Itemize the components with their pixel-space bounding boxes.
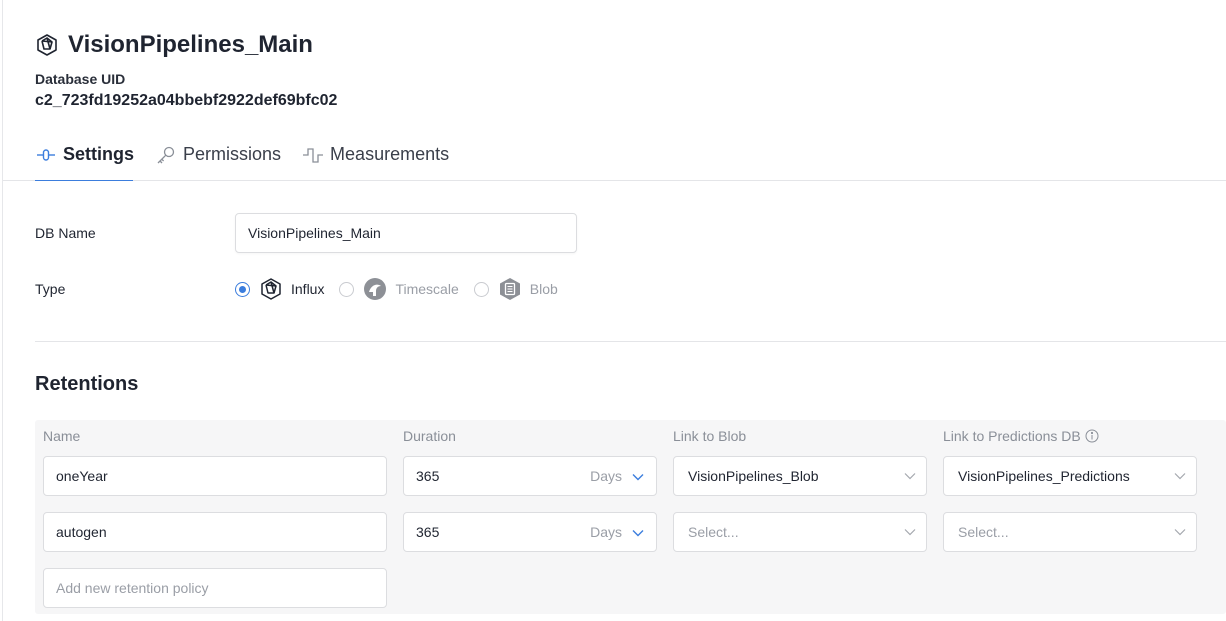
- type-option-influx[interactable]: Influx: [235, 277, 324, 301]
- retention-duration-value: 365: [416, 468, 440, 484]
- new-retention-placeholder: Add new retention policy: [56, 580, 209, 596]
- key-icon: [155, 144, 177, 166]
- influx-label: Influx: [291, 281, 325, 297]
- tab-measurements-label: Measurements: [330, 144, 450, 164]
- chevron-down-icon: [632, 468, 644, 484]
- tab-settings-label: Settings: [63, 144, 135, 164]
- link-predictions-select[interactable]: VisionPipelines_Predictions: [943, 456, 1197, 496]
- link-blob-select[interactable]: Select...: [673, 512, 927, 552]
- chevron-down-icon: [632, 524, 644, 540]
- tabs-divider: [3, 180, 1226, 181]
- retentions-title: Retentions: [35, 373, 139, 395]
- chevron-down-icon: [904, 528, 916, 536]
- column-header-link-predictions-label: Link to Predictions DB: [943, 428, 1081, 444]
- section-divider: [35, 341, 1226, 342]
- info-icon[interactable]: [1085, 429, 1099, 443]
- column-header-link-blob: Link to Blob: [673, 428, 747, 444]
- blob-radio[interactable]: [473, 281, 489, 297]
- chevron-down-icon: [904, 472, 916, 480]
- link-blob-value: VisionPipelines_Blob: [688, 468, 819, 484]
- type-label: Type: [35, 281, 66, 297]
- type-option-blob[interactable]: Blob: [473, 277, 558, 301]
- db-name-label: DB Name: [35, 225, 96, 241]
- duration-unit-label: Days: [590, 468, 622, 484]
- timescale-radio[interactable]: [339, 281, 355, 297]
- retention-duration-input[interactable]: 365 Days: [403, 512, 657, 552]
- settings-slider-icon: [35, 144, 57, 166]
- influx-logo-icon: [259, 277, 283, 301]
- signal-wave-icon: [302, 144, 324, 166]
- blob-label: Blob: [529, 281, 558, 297]
- tab-measurements[interactable]: Measurements: [302, 140, 449, 169]
- retention-duration-input[interactable]: 365 Days: [403, 456, 657, 496]
- new-retention-input[interactable]: Add new retention policy: [43, 568, 387, 608]
- retention-duration-value: 365: [416, 524, 440, 540]
- timescale-label: Timescale: [395, 281, 459, 297]
- link-predictions-placeholder: Select...: [958, 524, 1009, 540]
- tab-permissions[interactable]: Permissions: [155, 140, 281, 169]
- tab-permissions-label: Permissions: [183, 144, 282, 164]
- retention-name-input[interactable]: oneYear: [43, 456, 387, 496]
- timescale-logo-icon: [363, 277, 387, 301]
- type-option-timescale[interactable]: Timescale: [339, 277, 459, 301]
- active-tab-indicator: [35, 180, 133, 181]
- influx-radio[interactable]: [235, 281, 250, 297]
- db-name-input[interactable]: VisionPipelines_Main: [235, 213, 577, 253]
- retention-name-value: oneYear: [56, 468, 108, 484]
- database-uid-label: Database UID: [35, 71, 126, 87]
- influx-hexagon-icon: [35, 33, 59, 57]
- chevron-down-icon: [1174, 472, 1186, 480]
- column-header-duration: Duration: [403, 428, 456, 444]
- link-blob-placeholder: Select...: [688, 524, 739, 540]
- duration-unit-select[interactable]: Days: [590, 524, 644, 540]
- duration-unit-select[interactable]: Days: [590, 468, 644, 484]
- page-header: VisionPipelines_Main: [35, 31, 313, 59]
- retention-name-value: autogen: [56, 524, 107, 540]
- retention-name-input[interactable]: autogen: [43, 512, 387, 552]
- link-predictions-value: VisionPipelines_Predictions: [958, 468, 1130, 484]
- link-predictions-select[interactable]: Select...: [943, 512, 1197, 552]
- link-blob-select[interactable]: VisionPipelines_Blob: [673, 456, 927, 496]
- page-title: VisionPipelines_Main: [68, 31, 313, 58]
- left-frame-border: [2, 0, 3, 621]
- chevron-down-icon: [1174, 528, 1186, 536]
- type-radio-group: Influx Timescale Blob: [235, 277, 573, 301]
- column-header-link-predictions: Link to Predictions DB: [943, 428, 1099, 444]
- tab-bar: Settings Permissions Measurements: [35, 140, 470, 181]
- column-header-name: Name: [43, 428, 81, 444]
- tab-settings[interactable]: Settings: [35, 140, 134, 169]
- duration-unit-label: Days: [590, 524, 622, 540]
- blob-storage-icon: [498, 277, 522, 301]
- database-uid-value: c2_723fd19252a04bbebf2922def69bfc02: [35, 92, 338, 109]
